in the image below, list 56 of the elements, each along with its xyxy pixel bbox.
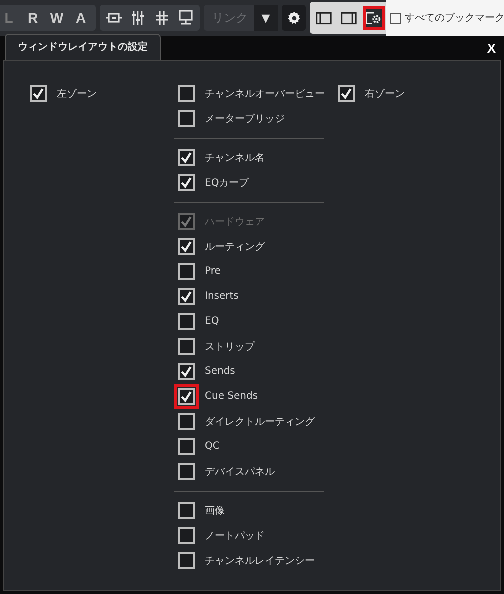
faders-icon[interactable] [130, 10, 146, 26]
option-label: チャンネルオーバービュー [205, 88, 325, 100]
checkbox[interactable] [338, 85, 355, 102]
checkbox[interactable] [178, 288, 195, 305]
checkbox[interactable] [178, 463, 195, 480]
option-label: ダイレクトルーティング [205, 416, 315, 428]
dialog-tab[interactable]: ウィンドウレイアウトの設定 [5, 34, 161, 60]
layout-settings-button[interactable] [363, 6, 385, 30]
checkbox[interactable] [178, 527, 195, 544]
option-label: メーターブリッジ [205, 112, 285, 126]
option-label: ハードウェア [205, 216, 265, 228]
gear-icon [286, 10, 302, 26]
checkbox[interactable] [178, 438, 195, 455]
option-label: ノートパッド [205, 530, 265, 542]
option-label: ルーティング [205, 240, 265, 254]
left-panel-icon [316, 12, 332, 24]
automation-button[interactable]: W [46, 10, 68, 26]
checkbox[interactable] [178, 363, 195, 380]
option-label: Sends [205, 366, 236, 377]
grid-icon[interactable] [154, 10, 170, 26]
option-label: 右ゾーン [365, 88, 405, 100]
option-label: 左ゾーン [57, 88, 97, 100]
option-label: EQカーブ [205, 176, 250, 190]
option-label: ストリップ [205, 340, 255, 354]
option-label: QC [205, 441, 220, 452]
bookmark-checkbox[interactable] [390, 12, 401, 24]
checkbox[interactable] [178, 149, 195, 166]
checkbox[interactable] [30, 85, 47, 102]
bookmarks-label: すべてのブックマーク [405, 12, 504, 25]
checkbox[interactable] [178, 313, 195, 330]
close-button[interactable]: X [485, 40, 498, 56]
checkbox[interactable] [178, 388, 195, 405]
checkbox[interactable] [178, 110, 195, 127]
checkbox[interactable] [178, 552, 195, 569]
option-label: チャンネル名 [205, 152, 265, 164]
option-label: 画像 [205, 504, 225, 518]
panel-gear-icon [366, 10, 382, 26]
option-label: EQ [205, 316, 220, 327]
right-panel-icon [341, 12, 357, 24]
automation-button[interactable]: A [70, 10, 92, 26]
option-label: デバイスパネル [205, 466, 275, 478]
checkbox[interactable] [178, 263, 195, 280]
checkbox[interactable] [178, 502, 195, 519]
checkbox[interactable] [178, 338, 195, 355]
option-label: チャンネルレイテンシー [205, 554, 315, 568]
option-label: Pre [205, 266, 221, 277]
checkbox[interactable] [178, 174, 195, 191]
option-label: Inserts [205, 291, 239, 302]
channel-strip-icon[interactable] [106, 10, 122, 26]
checkbox[interactable] [178, 413, 195, 430]
settings-button[interactable] [282, 5, 306, 31]
checkbox[interactable] [178, 238, 195, 255]
monitor-icon[interactable] [178, 10, 194, 26]
checkbox[interactable] [178, 85, 195, 102]
option-label: Cue Sends [205, 391, 258, 402]
automation-button[interactable]: R [22, 10, 44, 26]
